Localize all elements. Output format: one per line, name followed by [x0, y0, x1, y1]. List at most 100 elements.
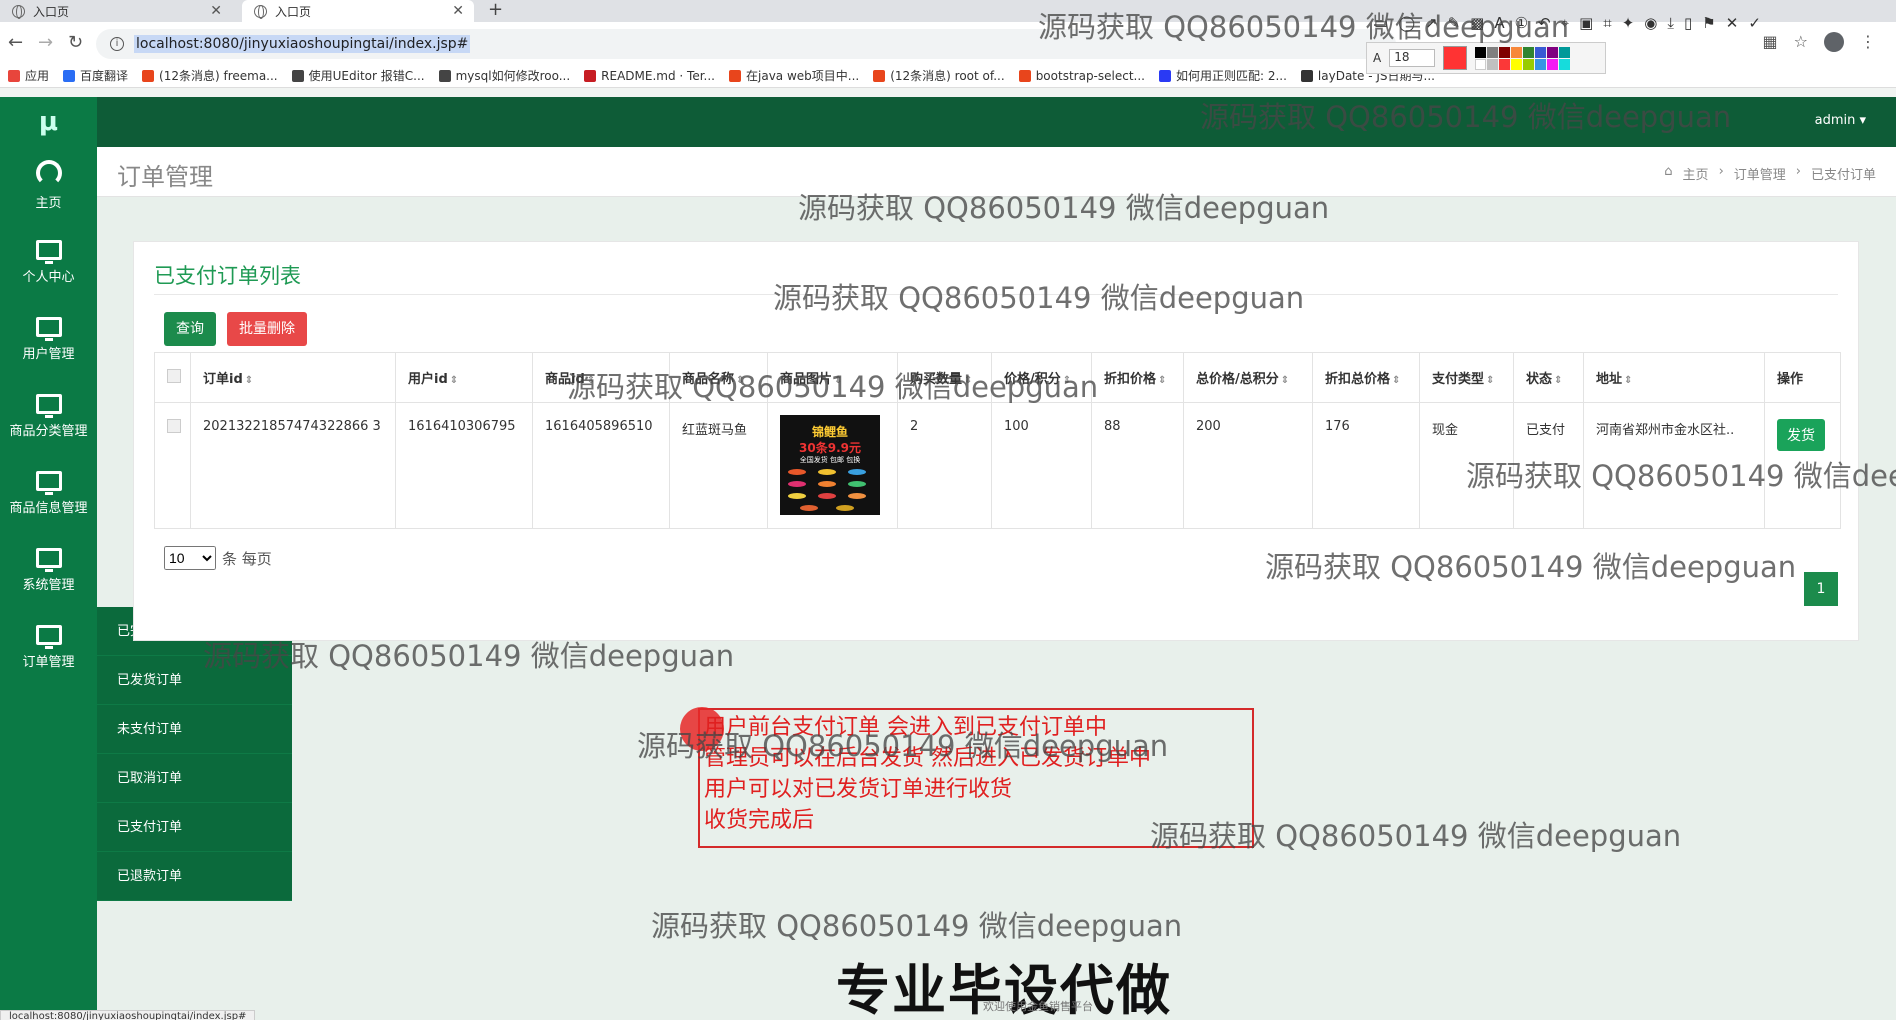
admin-user-menu[interactable]: admin ▾: [1815, 113, 1866, 128]
undo-icon[interactable]: ↶: [1538, 14, 1551, 32]
column-header[interactable]: 总价格/总积分 ⇕: [1183, 352, 1313, 403]
ellipse-icon[interactable]: ◯: [1398, 14, 1415, 32]
column-header[interactable]: 地址 ⇕: [1583, 352, 1765, 403]
close-icon[interactable]: ✕: [210, 3, 222, 19]
back-icon[interactable]: ←: [8, 32, 23, 53]
column-header[interactable]: 折扣价格 ⇕: [1091, 352, 1184, 403]
mosaic-icon[interactable]: ▩: [1470, 14, 1484, 32]
sidebar-item-label: 商品分类管理: [9, 424, 88, 439]
bookmark-item[interactable]: 在java web项目中...: [729, 67, 859, 84]
pin-icon[interactable]: ⌖: [1561, 14, 1569, 32]
column-header[interactable]: 价格/积分 ⇕: [991, 352, 1092, 403]
cell-user-id: 1616410306795: [395, 402, 533, 529]
sidebar-item[interactable]: 商品分类管理: [0, 378, 97, 455]
column-header[interactable]: 商品名称 ⇕: [669, 352, 768, 403]
column-header[interactable]: 支付类型 ⇕: [1419, 352, 1514, 403]
reload-icon[interactable]: ↻: [68, 32, 83, 53]
dashboard-icon: [35, 160, 62, 186]
bookmark-item[interactable]: 应用: [8, 67, 49, 84]
column-header[interactable]: 商品id ⇕: [532, 352, 670, 403]
sort-icon[interactable]: ⇕: [1624, 375, 1632, 386]
rectangle-icon[interactable]: ▭: [1374, 14, 1388, 32]
sidebar-item[interactable]: 系统管理: [0, 532, 97, 609]
magic-icon[interactable]: ✦: [1622, 14, 1635, 32]
info-icon[interactable]: i: [110, 37, 124, 51]
sidebar-item[interactable]: 订单管理: [0, 609, 97, 686]
sidebar-item[interactable]: 用户管理: [0, 301, 97, 378]
current-color-swatch[interactable]: [1443, 46, 1468, 70]
breadcrumb-orders[interactable]: 订单管理: [1734, 164, 1786, 183]
crop-icon[interactable]: ⌗: [1603, 14, 1611, 32]
sort-icon[interactable]: ⇕: [245, 375, 253, 386]
select-all-checkbox[interactable]: [167, 368, 181, 383]
download-icon[interactable]: ⤓: [1667, 14, 1674, 32]
sort-icon[interactable]: ⇕: [1392, 375, 1400, 386]
forward-icon[interactable]: →: [38, 32, 53, 53]
sort-icon[interactable]: ⇕: [1486, 375, 1494, 386]
cancel-icon[interactable]: ✕: [1726, 14, 1739, 32]
ship-button[interactable]: 发货: [1777, 419, 1825, 451]
sort-icon[interactable]: ⇕: [1281, 375, 1289, 386]
submenu-item[interactable]: 已退款订单: [97, 852, 292, 901]
done-icon[interactable]: ✓: [1748, 14, 1761, 32]
column-header[interactable]: 购买数量 ⇕: [897, 352, 992, 403]
sort-icon[interactable]: ⇕: [450, 375, 458, 386]
bookmark-item[interactable]: (12条消息) root of...: [873, 67, 1005, 84]
phone-icon[interactable]: ▯: [1684, 14, 1692, 32]
bookmark-item[interactable]: mysql如何修改roo...: [438, 67, 570, 84]
column-header[interactable]: 用户id ⇕: [395, 352, 533, 403]
row-checkbox[interactable]: [167, 419, 181, 433]
bookmark-item[interactable]: README.md · Ter...: [584, 69, 715, 83]
sort-icon[interactable]: ⇕: [1158, 375, 1166, 386]
bookmark-item[interactable]: 使用UEditor 报错C...: [291, 67, 425, 84]
sort-icon[interactable]: ⇕: [1554, 375, 1562, 386]
breadcrumb-separator: ›: [1795, 164, 1801, 179]
bookmark-item[interactable]: bootstrap-select...: [1018, 69, 1145, 83]
submenu-item[interactable]: 已支付订单: [97, 803, 292, 852]
font-size-select[interactable]: 18: [1389, 49, 1436, 67]
page-size-select[interactable]: 10: [164, 546, 216, 570]
column-header-label: 折扣总价格: [1325, 372, 1391, 387]
ocr-icon[interactable]: ▣: [1579, 14, 1593, 32]
query-button[interactable]: 查询: [164, 312, 216, 346]
url-input[interactable]: i localhost:8080/jinyuxiaoshoupingtai/in…: [96, 29, 1396, 59]
bookmark-label: 百度翻译: [80, 69, 129, 83]
bookmark-label: 在java web项目中...: [746, 69, 860, 83]
sort-icon[interactable]: ⇕: [964, 375, 972, 386]
sidebar-item[interactable]: 商品信息管理: [0, 455, 97, 532]
close-icon[interactable]: ✕: [452, 3, 464, 19]
column-header[interactable]: 状态 ⇕: [1513, 352, 1584, 403]
bookmark-item[interactable]: 如何用正则匹配: 2...: [1158, 67, 1287, 84]
bookmark-item[interactable]: (12条消息) freema...: [142, 67, 278, 84]
color-palette[interactable]: [1475, 46, 1571, 70]
column-header[interactable]: 操作: [1764, 352, 1841, 403]
product-image[interactable]: 锦鲤鱼 30条9.9元 全国发货 包邮 包换: [780, 415, 880, 515]
bookmark-item[interactable]: 百度翻译: [63, 67, 128, 84]
new-tab-icon[interactable]: +: [488, 0, 503, 20]
column-header[interactable]: 订单id ⇕: [190, 352, 396, 403]
browser-tab-1[interactable]: 入口页 ✕: [0, 0, 232, 22]
pen-icon[interactable]: ✎: [1448, 14, 1461, 32]
sidebar-item[interactable]: 个人中心: [0, 224, 97, 301]
text-icon[interactable]: A: [1494, 14, 1504, 32]
column-header[interactable]: 折扣总价格 ⇕: [1312, 352, 1420, 403]
sort-icon[interactable]: ⇕: [736, 375, 744, 386]
url-text[interactable]: localhost:8080/jinyuxiaoshoupingtai/inde…: [134, 35, 471, 53]
column-header[interactable]: 商品图片 ⇕: [767, 352, 898, 403]
sort-icon[interactable]: ⇕: [587, 375, 595, 386]
sidebar-item[interactable]: 主页: [0, 147, 97, 224]
batch-delete-button[interactable]: 批量删除: [227, 312, 307, 346]
sort-icon[interactable]: ⇕: [1063, 375, 1071, 386]
bookmark-icon[interactable]: ⚑: [1702, 14, 1715, 32]
pagination-page-1[interactable]: 1: [1804, 572, 1838, 606]
browser-tab-2[interactable]: 入口页 ✕: [242, 0, 474, 22]
submenu-item[interactable]: 未支付订单: [97, 705, 292, 754]
logo[interactable]: μ: [0, 97, 97, 147]
number-icon[interactable]: ①: [1515, 14, 1528, 32]
arrow-icon[interactable]: ↗: [1425, 14, 1438, 32]
submenu-item[interactable]: 已取消订单: [97, 754, 292, 803]
breadcrumb-home[interactable]: 主页: [1683, 164, 1709, 183]
sort-icon[interactable]: ⇕: [834, 375, 842, 386]
record-icon[interactable]: ◉: [1644, 14, 1657, 32]
submenu-item[interactable]: 已发货订单: [97, 656, 292, 705]
